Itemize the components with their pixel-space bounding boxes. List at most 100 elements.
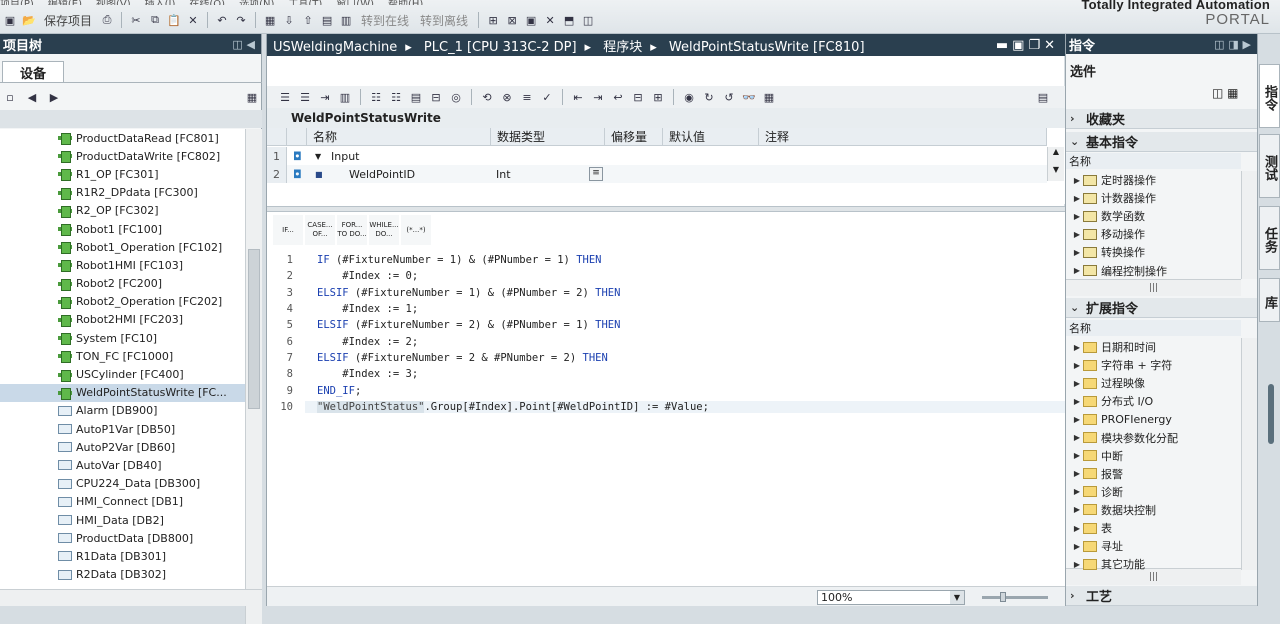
upload-icon[interactable]: ⇧ — [300, 12, 316, 28]
tree-item[interactable]: CPU224_Data [DB300] — [0, 475, 245, 493]
set-breakpoint-icon[interactable]: ◉ — [681, 89, 697, 105]
show-overview-icon[interactable]: ▦ — [244, 89, 260, 105]
insert-row-icon[interactable]: ☰ — [277, 89, 293, 105]
extended-instruction-item[interactable]: ▶ 表 — [1066, 519, 1241, 537]
expand-arrow-icon[interactable]: ▶ — [1071, 433, 1083, 442]
code-text[interactable]: END_IF; — [305, 385, 1065, 397]
code-text[interactable]: #Index := 1; — [305, 303, 1065, 315]
forward-icon[interactable]: ▶ — [46, 89, 62, 105]
monitor-icon[interactable]: ◎ — [448, 89, 464, 105]
expand-arrow-icon[interactable]: ▶ — [1071, 361, 1083, 370]
tab-instructions[interactable]: 指令 — [1259, 64, 1280, 128]
expand-icon[interactable]: ⊞ — [650, 89, 666, 105]
accessible-devices-icon[interactable]: ▥ — [338, 12, 354, 28]
extended-vscroll[interactable] — [1241, 338, 1258, 570]
zoom-slider-handle[interactable] — [1000, 592, 1006, 602]
tree-item[interactable]: AutoP2Var [DB60] — [0, 438, 245, 456]
code-text[interactable]: ELSIF (#FixtureNumber = 1) & (#PNumber =… — [305, 287, 1065, 299]
scroll-thumb[interactable] — [248, 249, 260, 409]
keyword-button[interactable]: IF... — [273, 215, 303, 245]
extended-instruction-item[interactable]: ▶ 日期和时间 — [1066, 338, 1241, 356]
code-line[interactable]: 9 END_IF; — [267, 382, 1065, 398]
step-icon[interactable]: ↻ — [701, 89, 717, 105]
tree-item[interactable]: R2_OP [FC302] — [0, 202, 245, 220]
close-x-icon[interactable]: ✕ — [542, 12, 558, 28]
basic-instruction-item[interactable]: ▶ 移动操作 — [1066, 225, 1241, 243]
indent-icon[interactable]: ☷ — [368, 89, 384, 105]
tab-tasks[interactable]: 任务 — [1259, 206, 1280, 270]
zoom-slider[interactable] — [982, 592, 1048, 602]
tree-item[interactable]: Robot2 [FC200] — [0, 275, 245, 293]
keyword-button[interactable]: CASE... OF... — [305, 215, 335, 245]
favorites-section[interactable]: › 收藏夹 — [1066, 109, 1258, 129]
window-controls[interactable]: ▬▣❐✕ — [996, 38, 1065, 53]
cpu-icon[interactable]: ▣ — [523, 12, 539, 28]
basic-instruction-item[interactable]: ▶ 计数器操作 — [1066, 189, 1241, 207]
view-toggle-icon[interactable]: ◫ ▦ — [1212, 86, 1239, 100]
code-text[interactable]: IF (#FixtureNumber = 1) & (#PNumber = 1)… — [305, 254, 1065, 266]
code-line[interactable]: 2 #Index := 0; — [267, 268, 1065, 284]
export-icon[interactable]: ⇥ — [317, 89, 333, 105]
expand-arrow-icon[interactable]: ▶ — [1071, 487, 1083, 496]
chevron-down-icon[interactable]: ▼ — [950, 591, 964, 604]
new-project-icon[interactable]: ▣ — [2, 12, 18, 28]
expand-arrow-icon[interactable]: ▶ — [1071, 415, 1083, 424]
extended-instruction-item[interactable]: ▶ 过程映像 — [1066, 374, 1241, 392]
collapse-icon[interactable]: ⊟ — [630, 89, 646, 105]
column-name[interactable]: 名称 — [307, 128, 491, 146]
code-text[interactable]: ELSIF (#FixtureNumber = 2 & #PNumber = 2… — [305, 352, 1065, 364]
extended-instruction-item[interactable]: ▶ 分布式 I/O — [1066, 392, 1241, 410]
expand-arrow-icon[interactable]: ▶ — [1071, 248, 1083, 257]
expand-arrow-icon[interactable]: ▶ — [1071, 379, 1083, 388]
stop-icon[interactable]: ⊠ — [504, 12, 520, 28]
side-scroll-indicator[interactable] — [1268, 384, 1274, 444]
menu-item[interactable]: 选项(N) — [239, 0, 274, 5]
chevron-right-icon[interactable]: › — [1070, 589, 1086, 602]
expand-arrow-icon[interactable]: ▶ — [1071, 469, 1083, 478]
breadcrumb-project[interactable]: USWeldingMachine — [273, 40, 397, 55]
reset-icon[interactable]: ↺ — [721, 89, 737, 105]
menu-item[interactable]: 在线(O) — [189, 0, 225, 5]
extended-instruction-item[interactable]: ▶ PROFIenergy — [1066, 410, 1241, 428]
tree-item[interactable]: TON_FC [FC1000] — [0, 347, 245, 365]
basic-vscroll[interactable] — [1241, 171, 1258, 279]
keyword-button[interactable]: FOR... TO DO... — [337, 215, 367, 245]
new-item-icon[interactable]: ▫ — [2, 89, 18, 105]
redo-icon[interactable]: ↷ — [233, 12, 249, 28]
comment-icon[interactable]: ▤ — [408, 89, 424, 105]
tree-item[interactable]: ProductDataRead [FC801] — [0, 129, 245, 147]
basic-instruction-item[interactable]: ▶ 定时器操作 — [1066, 171, 1241, 189]
extended-instruction-item[interactable]: ▶ 模块参数化分配 — [1066, 429, 1241, 447]
tree-item[interactable]: HMI_Connect [DB1] — [0, 493, 245, 511]
chevron-right-icon[interactable]: › — [1070, 112, 1086, 125]
breadcrumb-program-blocks[interactable]: 程序块 — [603, 40, 642, 55]
expand-arrow-icon[interactable]: ▶ — [1071, 505, 1083, 514]
technology-section[interactable]: › 工艺 — [1066, 586, 1258, 606]
menu-item[interactable]: 项目(P) — [0, 0, 34, 5]
format-icon[interactable]: ≡ — [519, 89, 535, 105]
extended-instruction-item[interactable]: ▶ 字符串 + 字符 — [1066, 356, 1241, 374]
keyword-button[interactable]: (*...*) — [401, 215, 431, 245]
code-line[interactable]: 4 #Index := 1; — [267, 301, 1065, 317]
column-offset[interactable]: 偏移量 — [605, 128, 663, 146]
basic-instructions-section[interactable]: ⌄ 基本指令 — [1066, 132, 1258, 152]
tree-item[interactable]: Robot1 [FC100] — [0, 220, 245, 238]
column-comment[interactable]: 注释 — [759, 128, 1047, 146]
save-project-button[interactable]: 保存项目 — [44, 12, 92, 29]
add-row-icon[interactable]: ☰ — [297, 89, 313, 105]
tab-testing[interactable]: 测试 — [1259, 134, 1280, 198]
extended-instruction-item[interactable]: ▶ 诊断 — [1066, 483, 1241, 501]
tree-item[interactable]: Robot1_Operation [FC102] — [0, 238, 245, 256]
tree-item[interactable]: WeldPointStatusWrite [FC... — [0, 383, 245, 402]
param-datatype[interactable]: Int — [496, 168, 511, 181]
param-name[interactable]: WeldPointID — [349, 168, 415, 181]
menu-item[interactable]: 帮助(H) — [388, 0, 423, 5]
panel-controls[interactable]: ◫ ◨ ▶ — [1214, 38, 1257, 51]
extended-instruction-item[interactable]: ▶ 数据块控制 — [1066, 501, 1241, 519]
split-horizontal-icon[interactable]: ⬒ — [561, 12, 577, 28]
code-line[interactable]: 5 ELSIF (#FixtureNumber = 2) & (#PNumber … — [267, 317, 1065, 333]
project-tree-list[interactable]: ProductDataRead [FC801] ProductDataWrite … — [0, 129, 245, 589]
expand-arrow-icon[interactable]: ▶ — [1071, 397, 1083, 406]
cross-reference-icon[interactable]: ⊞ — [485, 12, 501, 28]
tree-item[interactable]: AutoVar [DB40] — [0, 456, 245, 474]
